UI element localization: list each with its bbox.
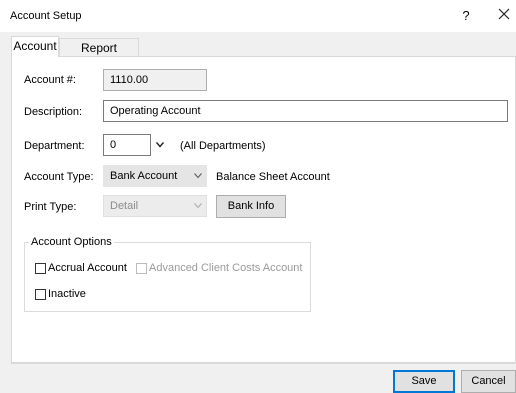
account-type-select[interactable]: Bank Account (103, 165, 207, 187)
close-icon[interactable] (496, 6, 512, 22)
bank-info-button[interactable]: Bank Info (216, 195, 286, 218)
accrual-account-checkbox[interactable] (35, 263, 46, 274)
title-bar: Account Setup ? (0, 0, 516, 32)
accrual-account-label[interactable]: Accrual Account (48, 262, 127, 274)
tab-report-options[interactable]: Report Options (59, 38, 139, 73)
help-button[interactable]: ? (459, 8, 473, 23)
chevron-down-icon (194, 203, 202, 209)
department-label: Department: (24, 140, 85, 152)
account-type-value: Bank Account (110, 170, 178, 182)
description-field[interactable]: Operating Account (103, 100, 508, 122)
window-title: Account Setup (10, 10, 82, 22)
cancel-button[interactable]: Cancel (461, 370, 516, 393)
advanced-client-costs-checkbox (136, 263, 147, 274)
account-options-legend: Account Options (29, 236, 114, 248)
description-label: Description: (24, 106, 83, 118)
account-options-group (24, 242, 311, 312)
tab-account[interactable]: Account (11, 36, 59, 57)
department-field[interactable]: 0 (103, 134, 151, 156)
advanced-client-costs-label: Advanced Client Costs Account (149, 262, 303, 274)
account-type-caption: Balance Sheet Account (216, 171, 330, 183)
print-type-label: Print Type: (24, 201, 77, 213)
inactive-label[interactable]: Inactive (48, 288, 86, 300)
print-type-value: Detail (110, 200, 139, 212)
department-dropdown-button[interactable] (151, 134, 169, 156)
inactive-checkbox[interactable] (35, 289, 46, 300)
chevron-down-icon (156, 142, 164, 148)
save-button[interactable]: Save (393, 370, 455, 393)
account-number-field[interactable]: 1110.00 (103, 69, 207, 91)
print-type-select: Detail (103, 195, 207, 217)
department-caption: (All Departments) (180, 140, 266, 152)
footer-divider (11, 363, 516, 364)
account-type-label: Account Type: (24, 171, 94, 183)
account-number-label: Account #: (24, 74, 76, 86)
chevron-down-icon (194, 173, 202, 179)
